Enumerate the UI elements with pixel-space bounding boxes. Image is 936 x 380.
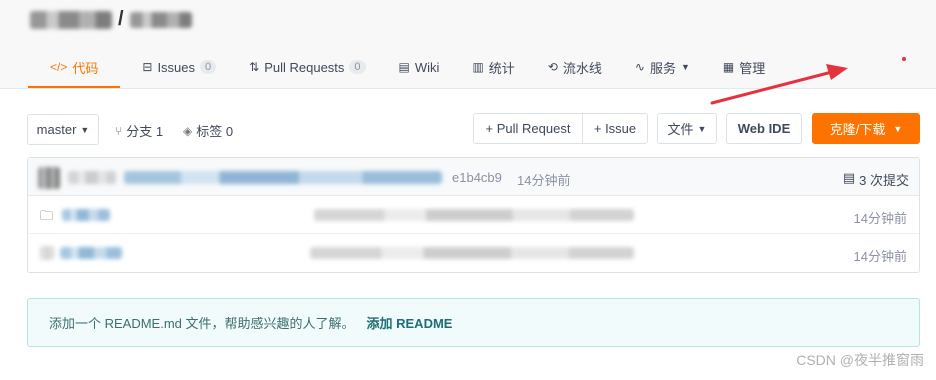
annotation-arrow — [710, 64, 848, 105]
